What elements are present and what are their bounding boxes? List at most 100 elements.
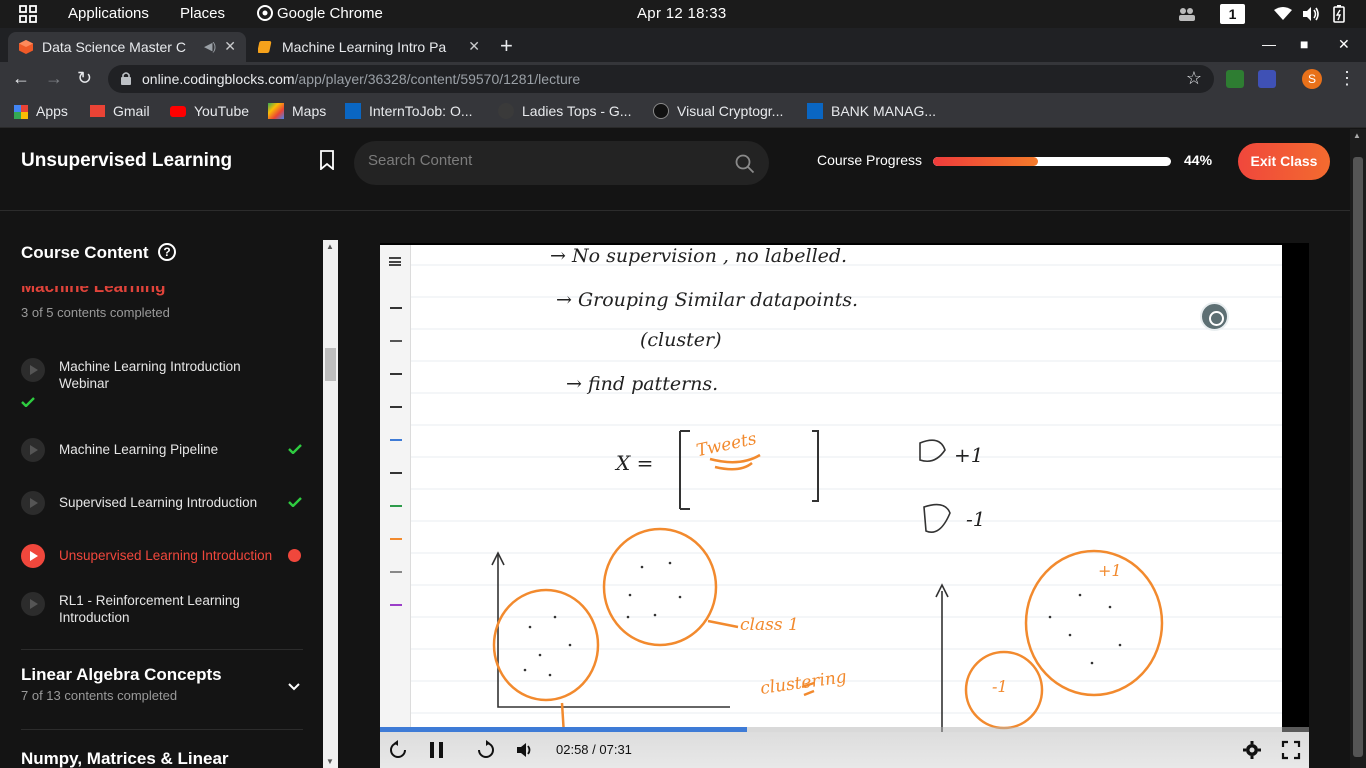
section-title[interactable]: Numpy, Matrices & Linear bbox=[21, 749, 229, 768]
tab-title: Data Science Master C bbox=[42, 39, 186, 55]
bookmark-label: Gmail bbox=[113, 103, 150, 119]
clock[interactable]: Apr 12 18:33 bbox=[637, 5, 727, 22]
battery-icon[interactable] bbox=[1332, 4, 1346, 24]
scrollbar-thumb[interactable] bbox=[325, 348, 336, 381]
app-menu-label: Google Chrome bbox=[277, 5, 383, 22]
settings-gear-icon[interactable] bbox=[1242, 740, 1262, 760]
close-window-button[interactable]: ✕ bbox=[1338, 36, 1350, 53]
tab-audio-icon[interactable]: ◀) bbox=[204, 40, 216, 53]
note-line-4: → find patterns. bbox=[566, 373, 719, 395]
fullscreen-icon[interactable] bbox=[1281, 740, 1301, 760]
bookmark-maps[interactable]: Maps bbox=[268, 103, 326, 119]
wifi-icon[interactable] bbox=[1274, 4, 1292, 24]
scrollbar-thumb[interactable] bbox=[1353, 157, 1363, 757]
note-plus-one: +1 bbox=[954, 443, 984, 467]
pen-tool-icon[interactable] bbox=[390, 429, 402, 441]
section-title[interactable]: Linear Algebra Concepts bbox=[21, 665, 222, 685]
profile-avatar[interactable]: S bbox=[1302, 69, 1322, 89]
bookmark-apps[interactable]: Apps bbox=[14, 103, 68, 119]
chrome-menu-icon[interactable]: ⋮ bbox=[1338, 68, 1356, 89]
bookmark-visual-crypto[interactable]: Visual Cryptogr... bbox=[653, 103, 783, 119]
forward-icon[interactable] bbox=[476, 740, 496, 760]
places-menu[interactable]: Places bbox=[180, 5, 225, 22]
note-clustering: clustering bbox=[759, 667, 848, 699]
bookmark-label: Apps bbox=[36, 103, 68, 119]
whiteboard-toolbar bbox=[380, 245, 411, 745]
bookmark-ladies-tops[interactable]: Ladies Tops - G... bbox=[498, 103, 631, 119]
app-menu[interactable]: Google Chrome bbox=[257, 5, 383, 22]
section-progress-count: 3 of 5 contents completed bbox=[21, 305, 170, 320]
section-title-machine-learning[interactable]: Machine Learning bbox=[21, 286, 166, 298]
bookmark-interntojob[interactable]: InternToJob: O... bbox=[345, 103, 473, 119]
lock-icon[interactable] bbox=[120, 71, 132, 85]
extension-icon[interactable] bbox=[1226, 70, 1244, 88]
pen-tool-icon[interactable] bbox=[390, 594, 402, 606]
extension-icon[interactable] bbox=[1258, 70, 1276, 88]
lesson-item[interactable]: Machine Learning Pipeline bbox=[21, 438, 306, 462]
bookmark-bank[interactable]: BANK MANAG... bbox=[807, 103, 936, 119]
bookmark-label: Visual Cryptogr... bbox=[677, 103, 784, 119]
address-bar[interactable]: online.codingblocks.com/app/player/36328… bbox=[108, 65, 1214, 93]
forward-button[interactable]: → bbox=[45, 68, 63, 89]
rewind-icon[interactable] bbox=[388, 740, 408, 760]
lesson-item-current[interactable]: Unsupervised Learning Introduction bbox=[21, 544, 306, 568]
maximize-button[interactable]: ■ bbox=[1300, 36, 1308, 52]
pen-tool-icon[interactable] bbox=[390, 495, 402, 507]
tab-ml-intro[interactable]: Machine Learning Intro Pa ✕ bbox=[248, 32, 490, 62]
search-icon[interactable] bbox=[735, 154, 755, 174]
video-player[interactable]: → No supervision , no labelled. → Groupi… bbox=[380, 243, 1309, 768]
tab-close-icon[interactable]: ✕ bbox=[468, 38, 480, 55]
pen-tool-icon[interactable] bbox=[390, 396, 402, 408]
workspace-indicator[interactable]: 1 bbox=[1220, 4, 1245, 24]
volume-icon[interactable] bbox=[1302, 4, 1320, 24]
coding-blocks-favicon bbox=[19, 40, 33, 54]
check-icon bbox=[288, 444, 302, 454]
back-button[interactable]: ← bbox=[12, 68, 30, 89]
page-scrollbar[interactable]: ▲ bbox=[1350, 129, 1366, 768]
tab-close-icon[interactable]: ✕ bbox=[224, 38, 236, 55]
lesson-item[interactable]: Machine Learning Introduction Webinar bbox=[21, 358, 306, 398]
scroll-up-arrow[interactable]: ▲ bbox=[1353, 131, 1361, 140]
overlay-action-button[interactable] bbox=[1200, 302, 1229, 331]
pen-tool-icon[interactable] bbox=[390, 528, 402, 540]
tab-title: Machine Learning Intro Pa bbox=[282, 39, 447, 55]
people-icon[interactable] bbox=[1178, 4, 1196, 24]
pen-tool-icon[interactable] bbox=[390, 561, 402, 573]
note-cluster-minus: -1 bbox=[992, 677, 1008, 696]
scroll-up-arrow[interactable]: ▲ bbox=[326, 242, 334, 251]
reload-button[interactable]: ↻ bbox=[77, 68, 92, 89]
divider bbox=[21, 649, 303, 650]
new-tab-button[interactable]: + bbox=[500, 33, 513, 59]
bookmark-gmail[interactable]: Gmail bbox=[90, 103, 150, 119]
volume-icon[interactable] bbox=[515, 740, 535, 760]
bookmark-icon[interactable] bbox=[319, 150, 335, 170]
chevron-down-icon[interactable] bbox=[288, 683, 300, 691]
course-content-sidebar: Course Content ? Machine Learning 3 of 5… bbox=[0, 240, 338, 768]
search-box[interactable] bbox=[354, 141, 769, 185]
pen-tool-icon[interactable] bbox=[390, 297, 402, 309]
sidebar-scrollbar[interactable]: ▲ ▼ bbox=[323, 240, 338, 768]
lesson-title: Machine Learning Pipeline bbox=[59, 442, 219, 457]
tab-data-science[interactable]: Data Science Master C ◀) ✕ bbox=[8, 32, 246, 62]
play-icon bbox=[21, 358, 45, 382]
exit-class-button[interactable]: Exit Class bbox=[1238, 143, 1330, 180]
bookmark-youtube[interactable]: YouTube bbox=[170, 103, 249, 119]
lesson-title: RL1 - Reinforcement Learning Introductio… bbox=[59, 593, 240, 625]
pen-tool-icon[interactable] bbox=[390, 462, 402, 474]
pen-tool-icon[interactable] bbox=[390, 330, 402, 342]
pen-tool-icon[interactable] bbox=[390, 363, 402, 375]
note-line-1: → No supervision , no labelled. bbox=[550, 245, 848, 267]
bookmark-star-icon[interactable]: ☆ bbox=[1186, 68, 1202, 89]
menu-icon[interactable] bbox=[389, 257, 401, 266]
scroll-down-arrow[interactable]: ▼ bbox=[326, 757, 334, 766]
minimize-button[interactable]: — bbox=[1262, 36, 1276, 52]
course-progress-label: Course Progress bbox=[817, 152, 923, 168]
applications-menu[interactable]: Applications bbox=[68, 5, 149, 22]
pause-icon[interactable] bbox=[427, 740, 447, 760]
lesson-item[interactable]: Supervised Learning Introduction bbox=[21, 491, 306, 515]
activities-grid-icon[interactable] bbox=[19, 5, 37, 23]
lesson-item[interactable]: RL1 - Reinforcement Learning Introductio… bbox=[21, 592, 306, 632]
search-input[interactable] bbox=[368, 152, 728, 169]
help-icon[interactable]: ? bbox=[158, 243, 176, 261]
chrome-icon bbox=[257, 5, 273, 21]
